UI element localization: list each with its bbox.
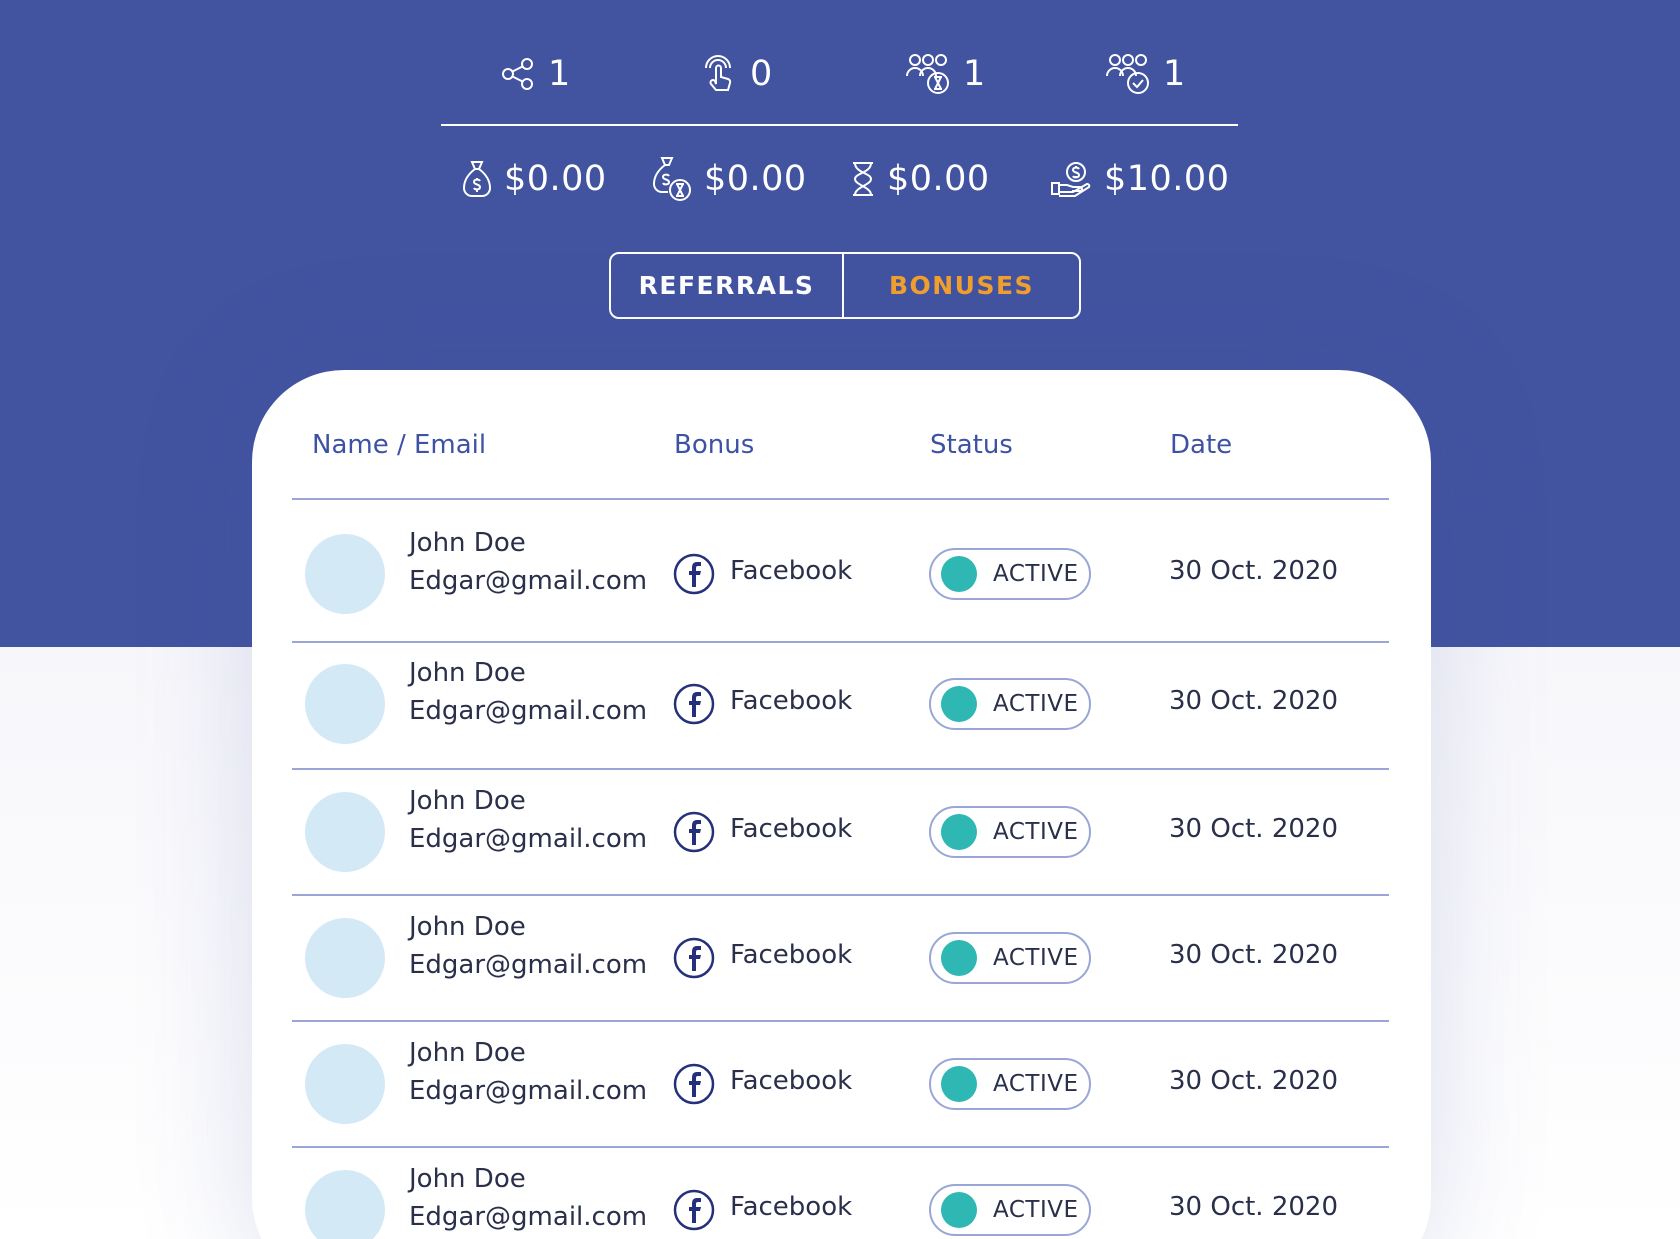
row-bonus: Facebook [730,686,853,716]
row-bonus: Facebook [730,1066,853,1096]
status-text: ACTIVE [993,1071,1079,1097]
avatar [305,792,385,872]
status-text: ACTIVE [993,561,1079,587]
row-date: 30 Oct. 2020 [1169,686,1338,716]
row-divider [292,768,1389,770]
status-badge[interactable]: ACTIVE [929,678,1091,730]
stat-shares-value: 1 [548,54,571,94]
row-bonus: Facebook [730,940,853,970]
group-approved-icon [1105,52,1151,96]
row-name: John Doe [409,1164,526,1194]
tab-referrals[interactable]: REFERRALS [611,254,844,317]
stat-clicks: 0 [702,44,773,104]
hand-money-icon [1050,161,1092,197]
facebook-icon [673,1189,715,1231]
facebook-icon [673,683,715,725]
row-name: John Doe [409,912,526,942]
row-email: Edgar@gmail.com [409,950,648,980]
status-badge[interactable]: ACTIVE [929,932,1091,984]
money-bag-pending-icon [652,156,692,202]
row-date: 30 Oct. 2020 [1169,1192,1338,1222]
row-name: John Doe [409,1038,526,1068]
row-email: Edgar@gmail.com [409,566,648,596]
row-email: Edgar@gmail.com [409,824,648,854]
row-divider [292,1020,1389,1022]
stat-approved-users-value: 1 [1163,54,1186,94]
avatar [305,1170,385,1239]
status-badge[interactable]: ACTIVE [929,1058,1091,1110]
avatar [305,918,385,998]
stat-waiting-value: $0.00 [887,159,990,199]
row-bonus: Facebook [730,814,853,844]
row-bonus: Facebook [730,556,853,586]
stats-divider [441,124,1238,126]
status-dot [941,814,977,850]
status-text: ACTIVE [993,691,1079,717]
group-pending-icon [905,52,951,96]
status-text: ACTIVE [993,945,1079,971]
row-name: John Doe [409,786,526,816]
facebook-icon [673,553,715,595]
row-divider [292,641,1389,643]
row-name: John Doe [409,658,526,688]
status-dot [941,686,977,722]
status-dot [941,1066,977,1102]
row-email: Edgar@gmail.com [409,1076,648,1106]
hourglass-icon [851,161,875,197]
row-date: 30 Oct. 2020 [1169,1066,1338,1096]
avatar [305,1044,385,1124]
stat-earned: $0.00 [462,149,607,209]
row-date: 30 Oct. 2020 [1169,940,1338,970]
status-badge[interactable]: ACTIVE [929,806,1091,858]
row-email: Edgar@gmail.com [409,696,648,726]
stat-shares: 1 [500,44,571,104]
status-badge[interactable]: ACTIVE [929,548,1091,600]
facebook-icon [673,1063,715,1105]
tab-bonuses[interactable]: BONUSES [844,254,1079,317]
avatar [305,664,385,744]
status-badge[interactable]: ACTIVE [929,1184,1091,1236]
tap-icon [702,54,738,94]
stat-pending-users-value: 1 [963,54,986,94]
row-date: 30 Oct. 2020 [1169,814,1338,844]
status-dot [941,940,977,976]
stat-waiting: $0.00 [851,149,990,209]
status-dot [941,556,977,592]
status-text: ACTIVE [993,1197,1079,1223]
stat-paid-value: $10.00 [1104,159,1230,199]
stat-pending-users: 1 [905,44,986,104]
table-row[interactable]: John Doe Edgar@gmail.com Facebook ACTIVE 30 … [252,370,1431,1239]
row-divider [292,1146,1389,1148]
stat-clicks-value: 0 [750,54,773,94]
money-bag-icon [462,160,492,198]
stat-pending-earnings-value: $0.00 [704,159,807,199]
share-icon [500,56,536,92]
status-dot [941,1192,977,1228]
row-divider [292,498,1389,500]
stat-paid: $10.00 [1050,149,1229,209]
facebook-icon [673,811,715,853]
stat-approved-users: 1 [1105,44,1186,104]
stat-earned-value: $0.00 [504,159,607,199]
avatar [305,534,385,614]
row-date: 30 Oct. 2020 [1169,556,1338,586]
tab-switcher: REFERRALS BONUSES [609,252,1081,319]
bonuses-table-card: Name / Email Bonus Status Date John Doe E… [252,370,1431,1239]
row-divider [292,894,1389,896]
facebook-icon [673,937,715,979]
row-name: John Doe [409,528,526,558]
status-text: ACTIVE [993,819,1079,845]
row-email: Edgar@gmail.com [409,1202,648,1232]
row-bonus: Facebook [730,1192,853,1222]
stat-pending-earnings: $0.00 [652,149,807,209]
